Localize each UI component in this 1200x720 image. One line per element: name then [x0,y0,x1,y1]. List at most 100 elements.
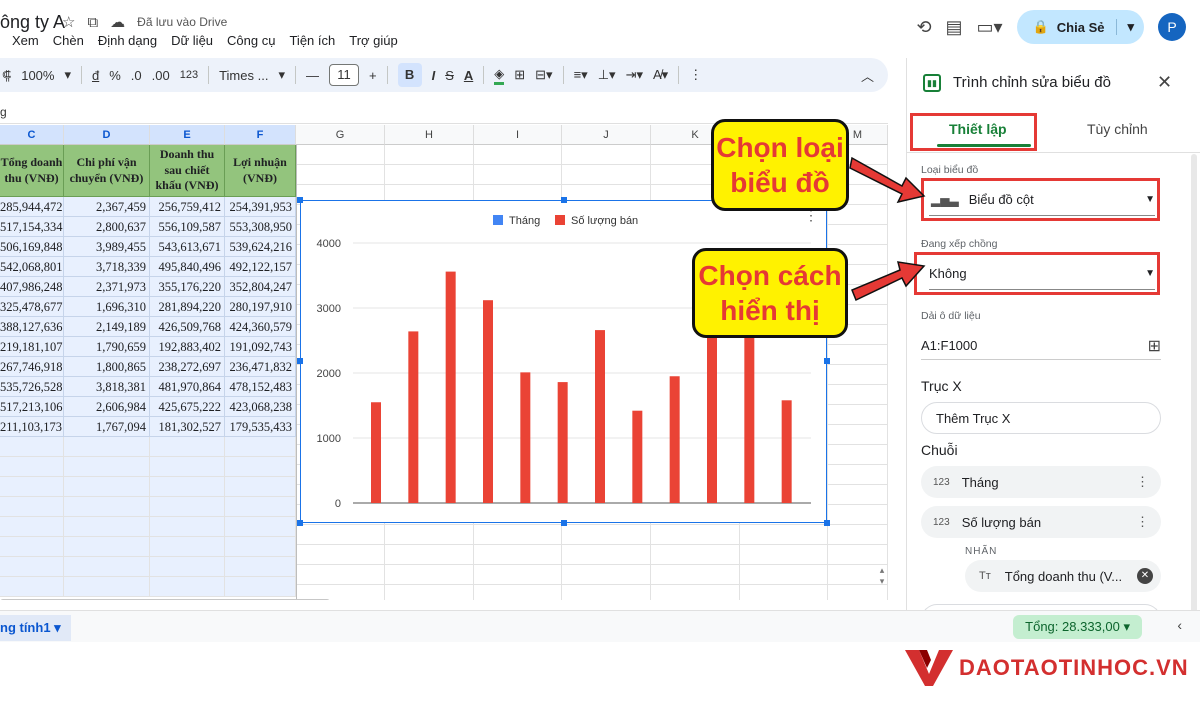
table-cell[interactable]: 517,213,106 [0,397,64,417]
collapse-side-panel-icon[interactable]: ‹ [1177,617,1182,633]
currency-button[interactable]: đ [92,68,99,83]
menu-format[interactable]: Định dạng [98,33,157,48]
sheet-tab-dropdown-icon[interactable]: ▾ [54,620,61,635]
sum-summary-button[interactable]: Tổng: 28.333,00 ▾ [1013,615,1142,639]
table-cell[interactable]: 1,696,310 [64,297,150,317]
text-color-button[interactable]: A [464,68,473,83]
font-size-increase-icon[interactable]: + [369,68,377,83]
table-cell[interactable] [225,537,296,557]
table-cell[interactable]: 281,894,220 [150,297,225,317]
table-cell[interactable] [0,497,64,517]
font-size-input[interactable]: 11 [328,64,359,86]
zoom-dropdown-icon[interactable]: ▾ [64,67,71,83]
table-cell[interactable]: 211,103,173 [0,417,64,437]
grid-select-icon[interactable]: ⊞ [1148,336,1161,356]
series-item-month[interactable]: 123 Tháng ⋮ [921,466,1161,498]
more-vert-icon[interactable]: ⋮ [1136,474,1149,490]
align-horizontal-icon[interactable]: ≡▾ [574,67,588,83]
table-cell[interactable]: 1,800,865 [64,357,150,377]
table-cell[interactable]: 3,818,381 [64,377,150,397]
table-cell[interactable]: 254,391,953 [225,197,296,217]
table-cell[interactable]: 352,804,247 [225,277,296,297]
align-vertical-icon[interactable]: ⊥▾ [598,67,616,83]
table-cell[interactable] [0,437,64,457]
table-cell[interactable] [225,517,296,537]
panel-scrollbar[interactable] [1191,154,1197,610]
label-item[interactable]: Tт Tổng doanh thu (V... ✕ [965,560,1161,592]
comment-icon[interactable]: ▤ [946,17,963,38]
bold-button[interactable]: B [397,63,422,87]
table-cell[interactable]: 539,624,216 [225,237,296,257]
table-cell[interactable]: 553,308,950 [225,217,296,237]
borders-icon[interactable]: ⊞ [514,67,525,83]
table-cell[interactable]: 3,718,339 [64,257,150,277]
collapse-toolbar-icon[interactable]: ︿ [861,66,874,85]
table-cell[interactable] [64,557,150,577]
scroll-arrows-icon[interactable]: ▴ ▾ [876,565,888,600]
table-cell[interactable] [225,477,296,497]
table-cell[interactable]: 543,613,671 [150,237,225,257]
text-wrap-icon[interactable]: ⇥▾ [626,67,643,83]
menu-tools[interactable]: Công cụ [227,33,275,48]
table-cell[interactable] [150,497,225,517]
table-cell[interactable] [225,577,296,597]
table-cell[interactable] [64,477,150,497]
table-cell[interactable]: 407,986,248 [0,277,64,297]
table-cell[interactable]: 1,767,094 [64,417,150,437]
more-options-icon[interactable]: ⋮ [689,67,702,83]
strikethrough-button[interactable]: S [445,68,454,83]
more-vert-icon[interactable]: ⋮ [1136,514,1149,530]
header-cell-profit[interactable]: Lợi nhuận (VNĐ) [225,145,296,197]
table-cell[interactable]: 388,127,636 [0,317,64,337]
table-cell[interactable]: 2,149,189 [64,317,150,337]
table-cell[interactable]: 423,068,238 [225,397,296,417]
table-cell[interactable]: 267,746,918 [0,357,64,377]
table-cell[interactable]: 495,840,496 [150,257,225,277]
table-cell[interactable]: 517,154,334 [0,217,64,237]
column-header-g[interactable]: G [296,125,385,145]
table-cell[interactable] [64,517,150,537]
menu-help[interactable]: Trợ giúp [349,33,398,48]
percent-button[interactable]: % [109,68,121,83]
table-cell[interactable] [225,497,296,517]
meet-icon[interactable]: ▭▾ [977,17,1003,38]
horizontal-scrollbar[interactable] [0,599,330,600]
table-cell[interactable]: 2,606,984 [64,397,150,417]
table-cell[interactable] [64,497,150,517]
history-icon[interactable]: ⟲ [916,17,931,38]
table-cell[interactable] [0,477,64,497]
move-folder-icon[interactable]: ⧉ [87,14,98,31]
table-cell[interactable]: 3,989,455 [64,237,150,257]
table-cell[interactable] [225,437,296,457]
table-cell[interactable]: 238,272,697 [150,357,225,377]
menu-data[interactable]: Dữ liệu [171,33,213,48]
table-cell[interactable]: 191,092,743 [225,337,296,357]
data-range-input[interactable]: A1:F1000 ⊞ [921,332,1161,360]
table-cell[interactable] [0,517,64,537]
table-cell[interactable]: 492,122,157 [225,257,296,277]
table-cell[interactable]: 2,367,459 [64,197,150,217]
table-cell[interactable]: 425,675,222 [150,397,225,417]
italic-button[interactable]: I [432,68,436,83]
series-item-quantity[interactable]: 123 Số lượng bán ⋮ [921,506,1161,538]
table-cell[interactable] [150,557,225,577]
table-cell[interactable] [225,457,296,477]
close-icon[interactable]: ✕ [1157,72,1172,93]
table-cell[interactable]: 535,726,528 [0,377,64,397]
table-cell[interactable] [150,477,225,497]
table-cell[interactable]: 424,360,579 [225,317,296,337]
table-cell[interactable] [150,457,225,477]
avatar[interactable]: P [1158,13,1186,41]
table-cell[interactable]: 542,068,801 [0,257,64,277]
font-select[interactable]: Times ... [219,68,268,83]
share-dropdown-icon[interactable]: ▾ [1117,19,1144,35]
column-header-i[interactable]: I [474,125,562,145]
table-cell[interactable]: 179,535,433 [225,417,296,437]
table-cell[interactable] [64,537,150,557]
table-cell[interactable]: 181,302,527 [150,417,225,437]
header-cell-net-revenue[interactable]: Doanh thu sau chiết khấu (VNĐ) [150,145,225,197]
table-cell[interactable] [0,537,64,557]
increase-decimal-button[interactable]: .00 [152,68,170,83]
column-header-e[interactable]: E [150,125,225,145]
merge-cells-icon[interactable]: ⊟▾ [535,67,552,83]
